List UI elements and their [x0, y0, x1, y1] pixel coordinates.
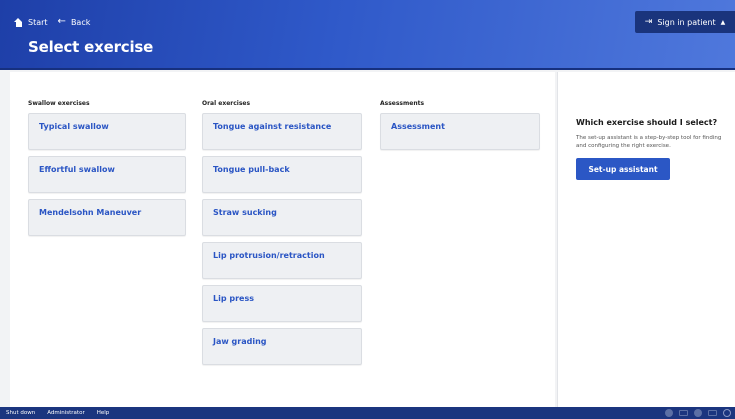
settings-icon[interactable]	[723, 409, 731, 417]
back-label: Back	[70, 17, 91, 27]
exercise-tile-jaw-grading[interactable]: Jaw grading	[202, 328, 362, 365]
exercise-tile-effortful-swallow[interactable]: Effortful swallow	[28, 156, 186, 193]
status-dot-icon	[694, 409, 702, 417]
column-label: Swallow exercises	[28, 100, 90, 107]
exercise-tile-mendelsohn[interactable]: Mendelsohn Maneuver	[28, 199, 186, 236]
sign-in-patient-button[interactable]: ⇥ Sign in patient ▲	[635, 11, 735, 33]
help-panel: Which exercise should I select? The set-…	[557, 72, 735, 407]
exercise-tile-lip-protrusion[interactable]: Lip protrusion/retraction	[202, 242, 362, 279]
exercise-tile-lip-press[interactable]: Lip press	[202, 285, 362, 322]
battery-icon	[708, 410, 717, 416]
header-bar: Start ← Back Select exercise ⇥ Sign in p…	[0, 0, 735, 70]
back-arrow-icon: ←	[57, 16, 66, 27]
exercise-tile-straw-sucking[interactable]: Straw sucking	[202, 199, 362, 236]
help-text: The set-up assistant is a step-by-step t…	[576, 135, 722, 149]
status-icons	[665, 409, 731, 417]
caret-icon: ▲	[720, 18, 726, 26]
administrator-link[interactable]: Administrator	[47, 410, 85, 416]
shut-down-link[interactable]: Shut down	[6, 410, 35, 416]
exercise-tile-typical-swallow[interactable]: Typical swallow	[28, 113, 186, 150]
home-icon	[14, 17, 23, 27]
exercise-panel: Swallow exercises Typical swallow Effort…	[10, 72, 555, 407]
start-link[interactable]: Start	[14, 17, 48, 27]
status-dot-icon	[665, 409, 673, 417]
exercise-tile-tongue-pull-back[interactable]: Tongue pull-back	[202, 156, 362, 193]
back-link[interactable]: ← Back	[58, 17, 91, 27]
column-label: Oral exercises	[202, 100, 251, 107]
footer-bar: Shut down Administrator Help	[0, 407, 735, 419]
column-label: Assessments	[380, 100, 425, 107]
setup-assistant-button[interactable]: Set-up assistant	[576, 158, 670, 180]
top-nav: Start ← Back	[14, 17, 90, 27]
battery-icon	[679, 410, 688, 416]
help-link[interactable]: Help	[97, 410, 110, 416]
help-title: Which exercise should I select?	[576, 118, 718, 127]
exercise-tile-assessment[interactable]: Assessment	[380, 113, 540, 150]
assessments-column: Assessments Assessment	[380, 100, 540, 150]
sign-in-icon: ⇥	[644, 17, 653, 27]
sign-in-label: Sign in patient	[657, 17, 716, 27]
page-title: Select exercise	[28, 38, 154, 56]
oral-exercises-column: Oral exercises Tongue against resistance…	[202, 100, 362, 371]
start-label: Start	[28, 17, 48, 27]
exercise-tile-tongue-resistance[interactable]: Tongue against resistance	[202, 113, 362, 150]
swallow-exercises-column: Swallow exercises Typical swallow Effort…	[28, 100, 186, 242]
